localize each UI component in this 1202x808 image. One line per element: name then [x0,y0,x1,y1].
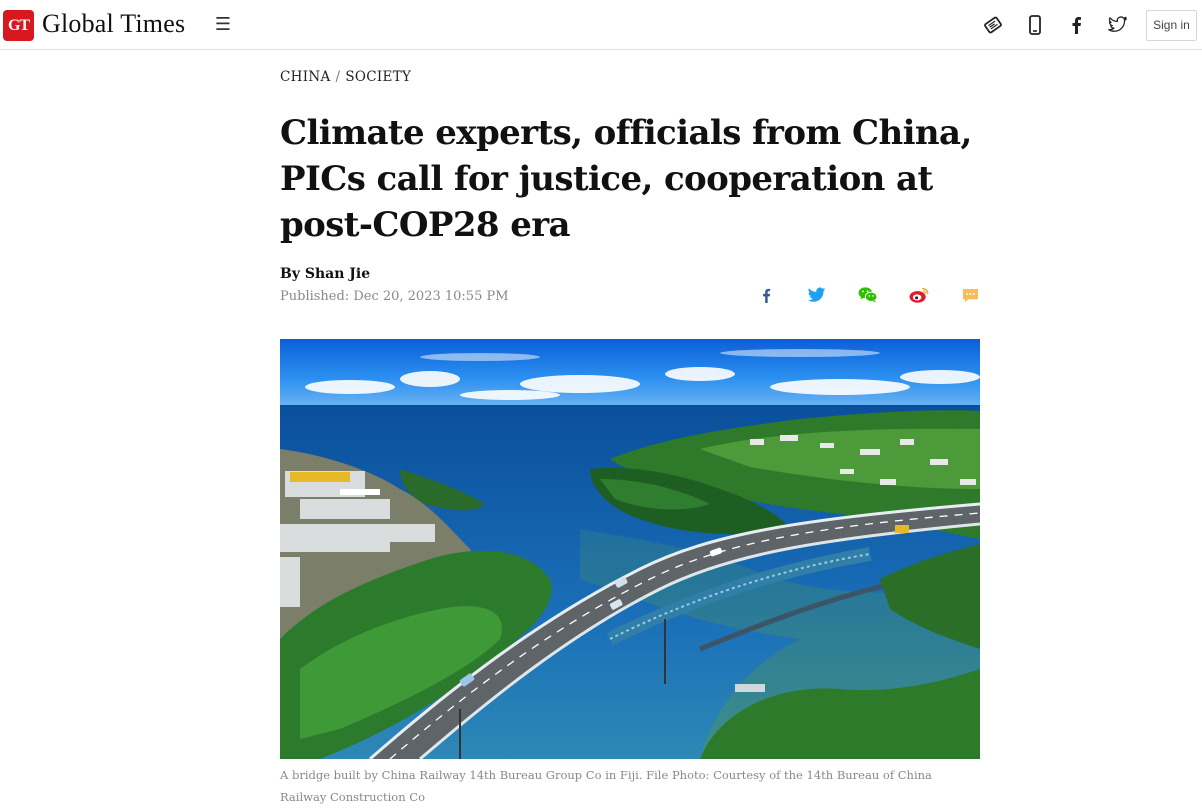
facebook-share-icon[interactable] [755,284,777,306]
sign-in-button[interactable]: Sign in [1146,10,1197,41]
menu-button[interactable]: ☰ [213,14,233,36]
comment-icon[interactable] [959,284,981,306]
facebook-icon[interactable] [1065,14,1087,36]
breadcrumb-separator: / [335,69,341,85]
article-photo [280,339,980,759]
top-navigation-bar: GT Global Times ☰ Sign in [0,0,1202,50]
twitter-icon[interactable] [1107,14,1129,36]
article-headline: Climate experts, officials from China, P… [280,113,972,245]
app-icon[interactable] [982,14,1004,36]
logo-wordmark[interactable]: Global Times [42,9,185,39]
breadcrumb-china[interactable]: CHINA [280,69,331,85]
twitter-share-icon[interactable] [806,284,828,306]
breadcrumb-society[interactable]: SOCIETY [345,69,411,85]
article-byline[interactable]: By Shan Jie [280,266,370,282]
article-published-date: Published: Dec 20, 2023 10:55 PM [280,289,509,304]
mobile-icon[interactable] [1024,14,1046,36]
breadcrumb: CHINA / SOCIETY [280,69,411,85]
logo-mark-text: GT [7,16,30,34]
photo-caption: A bridge built by China Railway 14th Bur… [280,768,932,804]
weibo-share-icon[interactable] [908,284,930,306]
logo-mark[interactable]: GT [3,10,34,41]
wechat-share-icon[interactable] [857,284,879,306]
